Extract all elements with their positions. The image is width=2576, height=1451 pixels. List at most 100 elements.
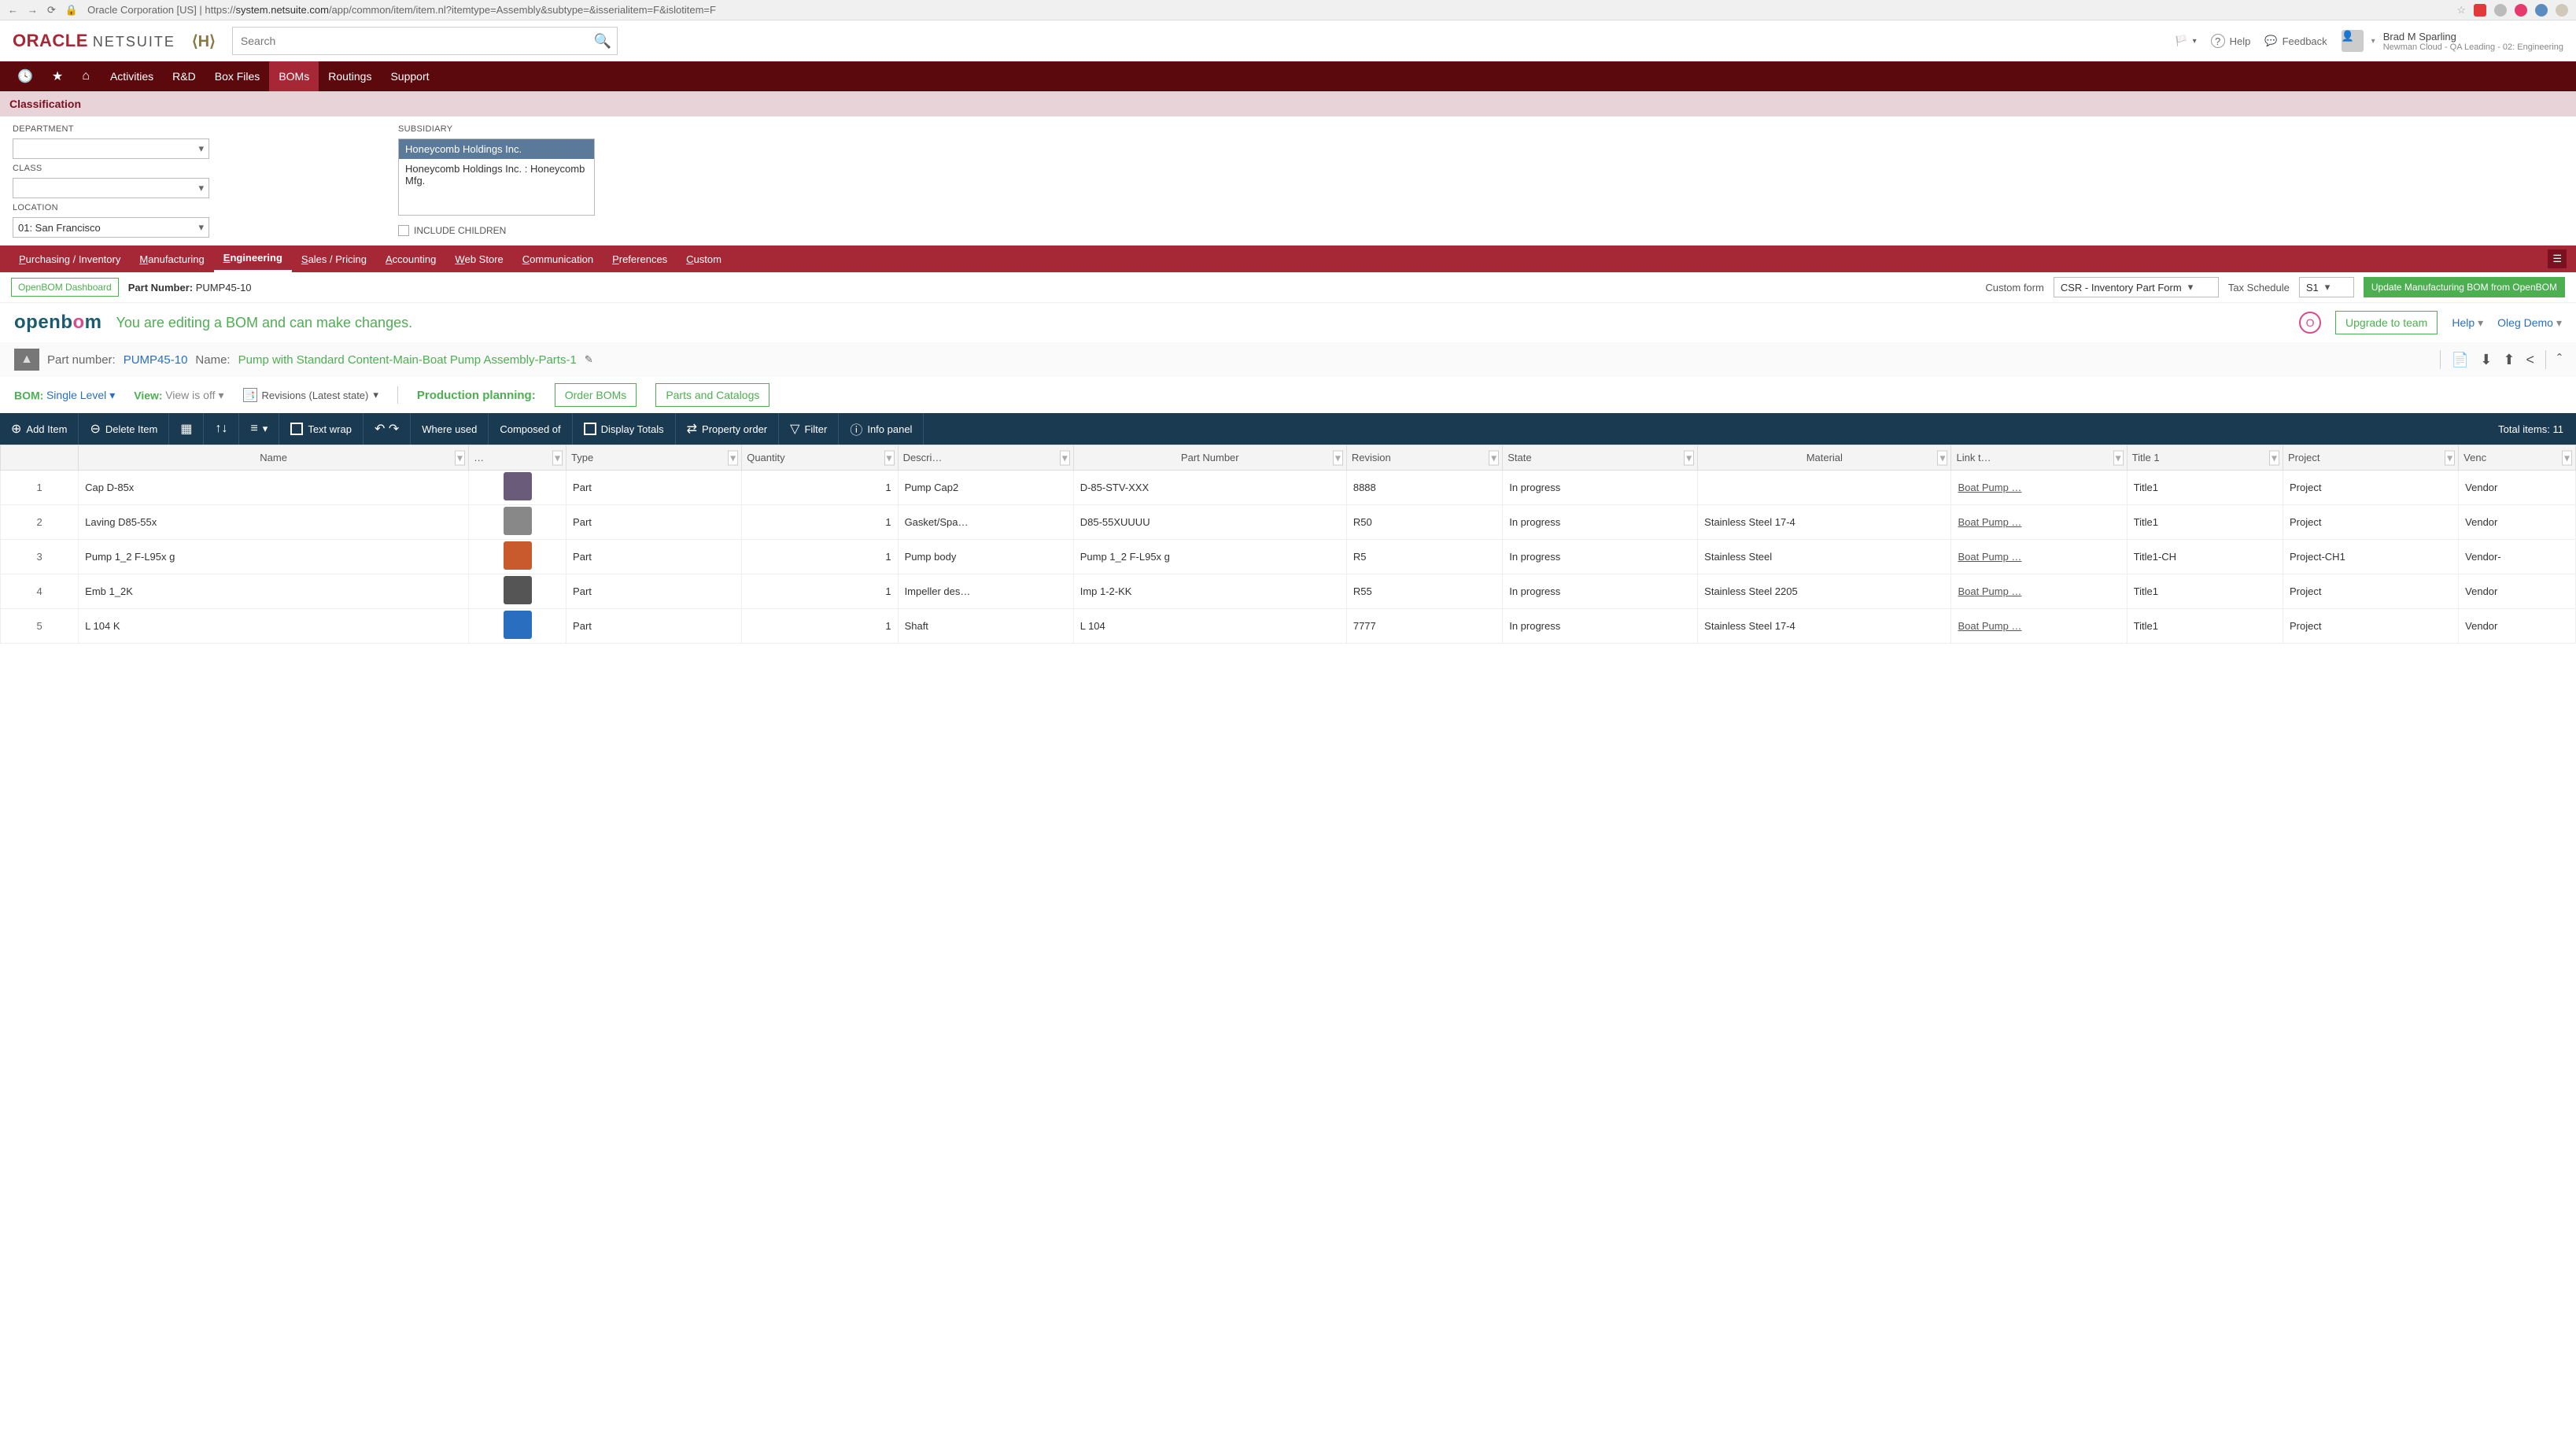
user-dropdown[interactable]: Oleg Demo ▾ xyxy=(2497,316,2562,330)
undo-redo-buttons[interactable]: ↶ ↷ xyxy=(364,413,411,445)
subtab-accounting[interactable]: Accounting xyxy=(376,246,445,272)
column-header[interactable]: …▾ xyxy=(469,445,566,471)
ext-icon-4[interactable] xyxy=(2535,4,2548,17)
filter-icon[interactable]: ▾ xyxy=(1060,450,1070,465)
add-item-button[interactable]: ⊕Add Item xyxy=(0,413,79,445)
table-row[interactable]: 5L 104 KPart1ShaftL 1047777In progressSt… xyxy=(1,609,2576,644)
sort-button[interactable]: ↑↓ xyxy=(204,413,239,445)
column-header[interactable]: State▾ xyxy=(1503,445,1698,471)
table-row[interactable]: 1Cap D-85xPart1Pump Cap2D-85-STV-XXX8888… xyxy=(1,471,2576,505)
info-panel-button[interactable]: ⓘInfo panel xyxy=(839,413,924,445)
delete-item-button[interactable]: ⊖Delete Item xyxy=(79,413,169,445)
ext-icon-2[interactable] xyxy=(2494,4,2507,17)
edit-icon[interactable]: ✎ xyxy=(585,353,593,366)
status-circle-icon[interactable]: O xyxy=(2299,312,2321,334)
ext-icon-3[interactable] xyxy=(2515,4,2527,17)
filter-icon[interactable]: ▾ xyxy=(1937,450,1947,465)
feedback-link[interactable]: 💬Feedback xyxy=(2264,35,2327,47)
home-icon[interactable]: ⌂ xyxy=(74,69,98,83)
history-icon[interactable]: 🕓 xyxy=(9,68,41,84)
column-header[interactable]: Material▾ xyxy=(1698,445,1951,471)
filter-icon[interactable]: ▾ xyxy=(1333,450,1343,465)
column-header[interactable]: Project▾ xyxy=(2283,445,2459,471)
update-bom-button[interactable]: Update Manufacturing BOM from OpenBOM xyxy=(2364,277,2565,297)
notifications-icon[interactable]: 🏳️▾ xyxy=(2175,35,2196,47)
help-link[interactable]: ?Help xyxy=(2211,34,2251,48)
column-header[interactable]: Part Number▾ xyxy=(1073,445,1346,471)
subtab-sales-pricing[interactable]: Sales / Pricing xyxy=(292,246,376,272)
view-dropdown[interactable]: View is off ▾ xyxy=(165,389,223,402)
nav-item-routings[interactable]: Routings xyxy=(319,61,381,91)
order-boms-button[interactable]: Order BOMs xyxy=(555,383,637,407)
star-nav-icon[interactable]: ★ xyxy=(44,68,71,84)
subtab-manufacturing[interactable]: Manufacturing xyxy=(130,246,213,272)
upgrade-button[interactable]: Upgrade to team xyxy=(2335,311,2438,334)
parts-catalogs-button[interactable]: Parts and Catalogs xyxy=(655,383,769,407)
thumbnail-icon[interactable]: ▲ xyxy=(14,349,39,371)
table-row[interactable]: 3Pump 1_2 F-L95x gPart1Pump bodyPump 1_2… xyxy=(1,540,2576,574)
column-header[interactable]: Type▾ xyxy=(566,445,742,471)
subtab-preferences[interactable]: Preferences xyxy=(603,246,677,272)
copy-icon[interactable]: 📄 xyxy=(2452,352,2469,368)
share-icon[interactable]: < xyxy=(2526,352,2534,368)
filter-icon[interactable]: ▾ xyxy=(2562,450,2572,465)
bom-type-dropdown[interactable]: Single Level ▾ xyxy=(46,389,115,402)
text-wrap-button[interactable]: Text wrap xyxy=(279,413,364,445)
subsidiary-option[interactable]: Honeycomb Holdings Inc. : Honeycomb Mfg. xyxy=(399,159,594,190)
location-select[interactable]: 01: San Francisco▾ xyxy=(13,217,209,238)
upload-icon[interactable]: ⬆ xyxy=(2503,352,2515,368)
column-header[interactable]: Name▾ xyxy=(79,445,469,471)
filter-icon[interactable]: ▾ xyxy=(728,450,738,465)
openbom-dashboard-button[interactable]: OpenBOM Dashboard xyxy=(11,278,119,297)
composed-of-button[interactable]: Composed of xyxy=(489,413,572,445)
back-icon[interactable]: ← xyxy=(8,4,18,16)
column-header[interactable]: Descri…▾ xyxy=(898,445,1073,471)
user-menu[interactable]: 👤 ▾ Brad M Sparling Newman Cloud - QA Le… xyxy=(2342,30,2563,52)
table-row[interactable]: 2Laving D85-55xPart1Gasket/Spa…D85-55XUU… xyxy=(1,505,2576,540)
column-header[interactable] xyxy=(1,445,79,471)
reload-icon[interactable]: ⟳ xyxy=(47,4,56,17)
view-toggle-icon[interactable]: ☰ xyxy=(2548,249,2567,268)
search-input[interactable] xyxy=(232,27,618,55)
help-dropdown[interactable]: Help ▾ xyxy=(2452,316,2483,330)
subtab-communication[interactable]: Communication xyxy=(513,246,603,272)
class-select[interactable]: ▾ xyxy=(13,178,209,198)
filter-icon[interactable]: ▾ xyxy=(1489,450,1499,465)
property-order-button[interactable]: ⇄Property order xyxy=(676,413,780,445)
avatar-icon[interactable] xyxy=(2556,4,2568,17)
subtab-web-store[interactable]: Web Store xyxy=(445,246,512,272)
subtab-purchasing-inventory[interactable]: Purchasing / Inventory xyxy=(9,246,130,272)
filter-icon[interactable]: ▾ xyxy=(552,450,563,465)
custom-form-select[interactable]: CSR - Inventory Part Form xyxy=(2054,277,2219,297)
filter-icon[interactable]: ▾ xyxy=(1684,450,1694,465)
column-header[interactable]: Quantity▾ xyxy=(742,445,898,471)
filter-icon[interactable]: ▾ xyxy=(2113,450,2124,465)
align-button[interactable]: ≡▾ xyxy=(239,413,279,445)
revisions-dropdown[interactable]: 📑Revisions (Latest state) ▾ xyxy=(243,388,378,402)
ext-icon-1[interactable] xyxy=(2474,4,2486,17)
filter-icon[interactable]: ▾ xyxy=(2445,450,2455,465)
nav-item-support[interactable]: Support xyxy=(381,61,438,91)
filter-icon[interactable]: ▾ xyxy=(884,450,895,465)
display-totals-button[interactable]: Display Totals xyxy=(573,413,676,445)
collapse-icon[interactable]: ˆ xyxy=(2557,352,2562,368)
filter-icon[interactable]: ▾ xyxy=(2269,450,2279,465)
filter-icon[interactable]: ▾ xyxy=(455,450,465,465)
search-icon[interactable]: 🔍 xyxy=(593,33,611,50)
tax-schedule-select[interactable]: S1 xyxy=(2299,277,2354,297)
where-used-button[interactable]: Where used xyxy=(411,413,489,445)
subtab-custom[interactable]: Custom xyxy=(677,246,731,272)
download-icon[interactable]: ⬇ xyxy=(2480,352,2492,368)
grid-view-button[interactable]: ▦ xyxy=(169,413,204,445)
subsidiary-option[interactable]: Honeycomb Holdings Inc. xyxy=(399,139,594,159)
include-children-checkbox[interactable] xyxy=(398,225,409,236)
column-header[interactable]: Revision▾ xyxy=(1346,445,1502,471)
column-header[interactable]: Venc▾ xyxy=(2459,445,2576,471)
subtab-engineering[interactable]: Engineering xyxy=(214,246,292,272)
forward-icon[interactable]: → xyxy=(28,4,38,16)
nav-item-r&d[interactable]: R&D xyxy=(163,61,205,91)
column-header[interactable]: Link t…▾ xyxy=(1951,445,2127,471)
table-row[interactable]: 4Emb 1_2KPart1Impeller des…Imp 1-2-KKR55… xyxy=(1,574,2576,609)
department-select[interactable]: ▾ xyxy=(13,138,209,159)
subsidiary-listbox[interactable]: Honeycomb Holdings Inc.Honeycomb Holding… xyxy=(398,138,595,216)
